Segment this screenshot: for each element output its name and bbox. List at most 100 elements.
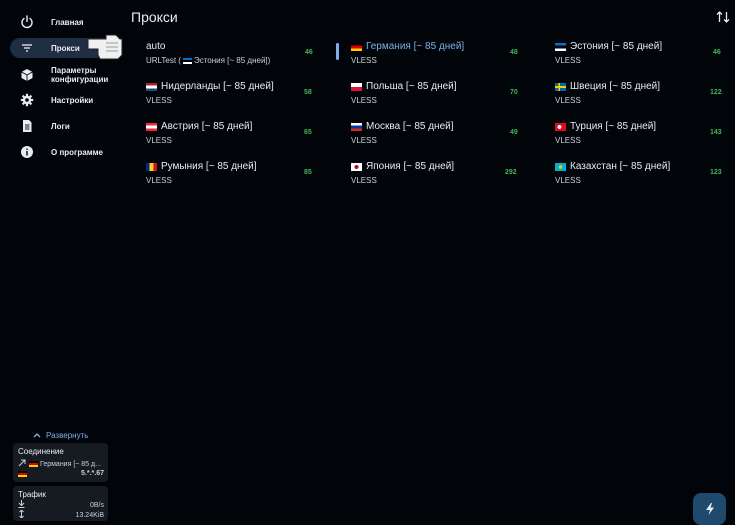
proxy-name: Швеция [~ 85 дней] <box>570 81 661 92</box>
proxy-name: Эстония [~ 85 дней] <box>570 41 663 52</box>
sidebar-item-home[interactable]: Главная <box>10 12 114 32</box>
info-icon <box>20 145 34 159</box>
proxy-name-row: Эстония [~ 85 дней] <box>555 41 662 52</box>
lightning-icon <box>705 503 714 515</box>
proxy-name: Германия [~ 85 дней] <box>366 41 465 52</box>
document-icon <box>20 119 34 133</box>
proxy-delay: 65 <box>304 129 312 136</box>
proxy-name-row: Москва [~ 85 дней] <box>351 121 454 132</box>
connection-proxy: Германия [~ 85 д... <box>40 460 101 468</box>
sort-button[interactable] <box>715 9 731 25</box>
sidebar-item-label: Прокси <box>51 43 80 53</box>
proxy-type: VLESS <box>146 136 172 145</box>
page-title: Прокси <box>131 9 178 25</box>
traffic-total-row: 13.24KiB <box>18 509 104 520</box>
connection-ip: 5.*.*.67 <box>81 470 104 477</box>
proxy-item-japan[interactable]: Япония [~ 85 дней] VLESS 292 <box>351 161 536 191</box>
link-icon <box>18 459 26 469</box>
proxy-item-turkey[interactable]: Турция [~ 85 дней] VLESS 143 <box>555 121 735 151</box>
cube-icon <box>20 68 34 82</box>
sidebar-item-settings[interactable]: Настройки <box>10 90 114 110</box>
proxy-item-romania[interactable]: Румыния [~ 85 дней] VLESS 85 <box>146 161 331 191</box>
delay-test-button[interactable] <box>693 493 726 525</box>
proxy-name-row: Казахстан [~ 85 дней] <box>555 161 670 172</box>
connection-title: Соединение <box>18 447 64 456</box>
sort-icon <box>716 11 730 23</box>
proxy-type: VLESS <box>555 56 581 65</box>
proxy-name-row: Нидерланды [~ 85 дней] <box>146 81 274 92</box>
sidebar-item-logs[interactable]: Логи <box>10 116 114 136</box>
netherlands-flag-icon <box>146 82 157 91</box>
estonia-flag-icon <box>182 57 192 64</box>
kazakhstan-flag-icon <box>555 162 566 171</box>
proxy-name-row: Польша [~ 85 дней] <box>351 81 457 92</box>
proxy-item-netherlands[interactable]: Нидерланды [~ 85 дней] VLESS 58 <box>146 81 331 111</box>
traffic-card[interactable]: Трафик 0B/s 13.24KiB <box>13 486 108 521</box>
poland-flag-icon <box>351 82 362 91</box>
proxy-name-row: Швеция [~ 85 дней] <box>555 81 660 92</box>
proxy-item-germany[interactable]: Германия [~ 85 дней] VLESS 48 <box>351 41 536 71</box>
proxy-delay: 48 <box>510 49 518 56</box>
filter-icon <box>20 41 34 55</box>
gear-icon <box>20 93 34 107</box>
proxy-name: Нидерланды [~ 85 дней] <box>161 81 274 92</box>
proxy-item-auto[interactable]: auto URLTest ( Эстония [~ 85 дней]) 46 <box>146 41 331 71</box>
proxy-delay: 46 <box>713 49 721 56</box>
proxy-delay: 292 <box>505 169 517 176</box>
proxy-name: Австрия [~ 85 дней] <box>161 121 253 132</box>
proxy-name-row: Япония [~ 85 дней] <box>351 161 454 172</box>
proxy-name: Польша [~ 85 дней] <box>366 81 457 92</box>
turkey-flag-icon <box>555 122 566 131</box>
proxy-delay: 85 <box>304 169 312 176</box>
austria-flag-icon <box>146 122 157 131</box>
proxy-item-sweden[interactable]: Швеция [~ 85 дней] VLESS 122 <box>555 81 735 111</box>
sidebar: Главная Прокси Параметры конфигурации На… <box>0 0 124 525</box>
proxy-name: Казахстан [~ 85 дней] <box>570 161 671 172</box>
sidebar-item-label: Настройки <box>51 95 94 105</box>
proxy-item-estonia[interactable]: Эстония [~ 85 дней] VLESS 46 <box>555 41 735 71</box>
proxy-type: URLTest ( Эстония [~ 85 дней]) <box>146 56 270 65</box>
japan-flag-icon <box>351 162 362 171</box>
proxy-item-austria[interactable]: Австрия [~ 85 дней] VLESS 65 <box>146 121 331 151</box>
proxy-item-kazakhstan[interactable]: Казахстан [~ 85 дней] VLESS 123 <box>555 161 735 191</box>
proxy-type: VLESS <box>555 136 581 145</box>
proxy-delay: 122 <box>710 89 722 96</box>
proxy-type: VLESS <box>555 96 581 105</box>
up-down-arrows-icon <box>18 509 25 520</box>
proxy-type: VLESS <box>351 176 377 185</box>
proxy-name: Япония [~ 85 дней] <box>366 161 455 172</box>
connection-proxy-row: Германия [~ 85 д... <box>18 459 104 469</box>
expand-button[interactable]: Развернуть <box>33 431 88 440</box>
proxy-delay: 49 <box>510 129 518 136</box>
proxy-item-moscow[interactable]: Москва [~ 85 дней] VLESS 49 <box>351 121 536 151</box>
traffic-title: Трафик <box>18 490 46 499</box>
chevron-up-icon <box>33 431 41 440</box>
proxy-delay: 58 <box>304 89 312 96</box>
expand-label: Развернуть <box>46 431 89 440</box>
proxy-delay: 70 <box>510 89 518 96</box>
proxy-type: VLESS <box>351 56 377 65</box>
power-icon <box>20 15 34 29</box>
connection-ip-row: 5.*.*.67 <box>18 470 104 477</box>
proxy-type: VLESS <box>351 136 377 145</box>
proxy-type-extra: Эстония [~ 85 дней]) <box>193 56 271 65</box>
sidebar-item-about[interactable]: О программе <box>10 142 114 162</box>
proxy-name: Турция [~ 85 дней] <box>570 121 657 132</box>
proxy-delay: 123 <box>710 169 722 176</box>
proxy-name: auto <box>146 41 166 52</box>
sidebar-item-config[interactable]: Параметры конфигурации <box>10 64 114 86</box>
proxy-type: VLESS <box>146 176 172 185</box>
proxy-name-row: Германия [~ 85 дней] <box>351 41 464 52</box>
proxy-type: VLESS <box>555 176 581 185</box>
hand-cursor-icon <box>86 31 126 66</box>
proxy-name: Москва [~ 85 дней] <box>366 121 454 132</box>
proxy-name-row: Румыния [~ 85 дней] <box>146 161 257 172</box>
romania-flag-icon <box>146 162 157 171</box>
proxy-item-poland[interactable]: Польша [~ 85 дней] VLESS 70 <box>351 81 536 111</box>
connection-card[interactable]: Соединение Германия [~ 85 д... 5.*.*.67 <box>13 443 108 482</box>
traffic-total: 13.24KiB <box>75 511 104 519</box>
germany-flag-icon <box>351 42 362 51</box>
sidebar-item-label: Главная <box>51 17 84 27</box>
sweden-flag-icon <box>555 82 566 91</box>
proxy-delay: 143 <box>710 129 722 136</box>
